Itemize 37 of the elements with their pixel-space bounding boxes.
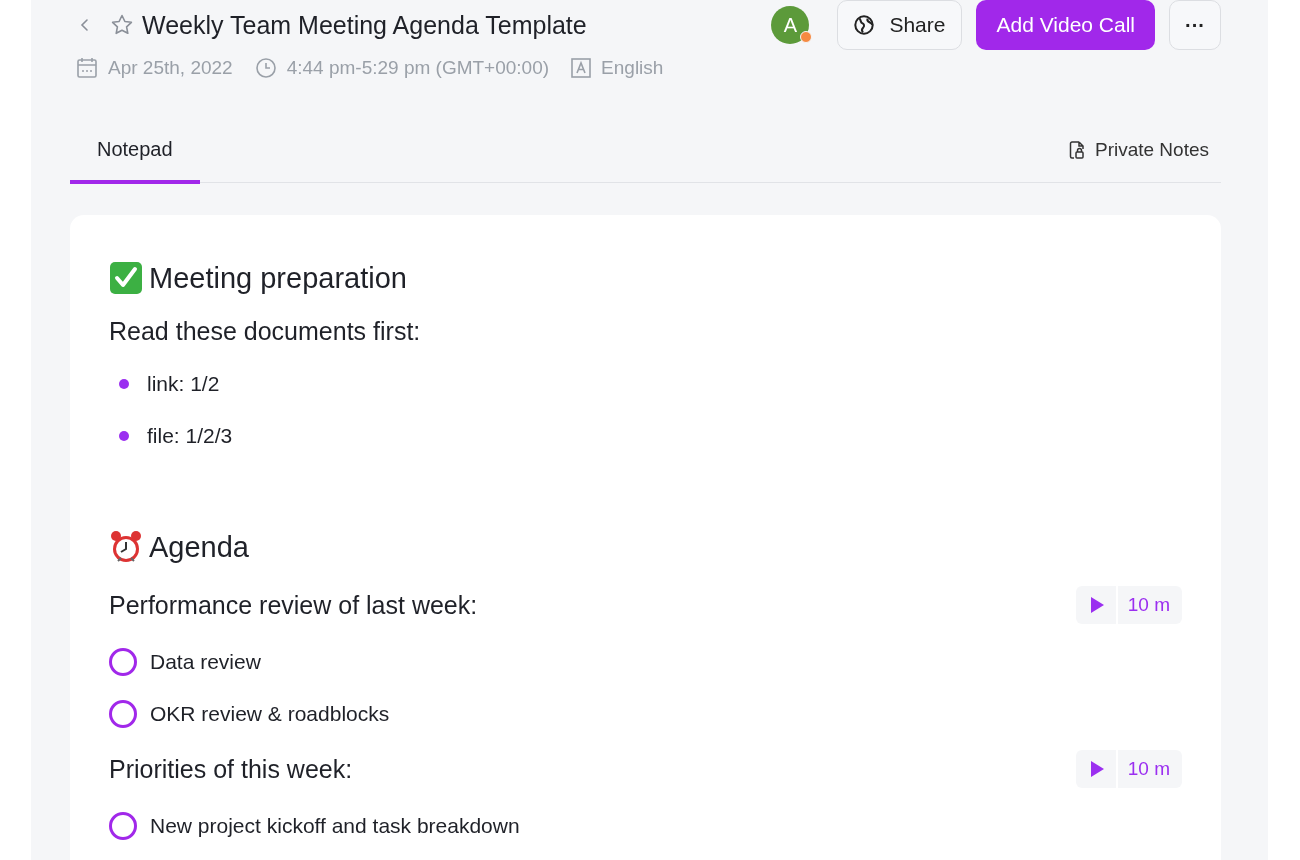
section-heading: Agenda bbox=[149, 530, 249, 564]
todo-text: New project kickoff and task breakdown bbox=[150, 814, 520, 838]
subheading: Read these documents first: bbox=[109, 317, 421, 346]
bullet-dot bbox=[119, 431, 129, 441]
todo-checkbox[interactable] bbox=[109, 648, 137, 676]
bullet-text: link: 1/2 bbox=[147, 372, 220, 396]
back-icon[interactable] bbox=[80, 17, 90, 33]
subheading: Performance review of last week: bbox=[109, 590, 478, 620]
timer-control[interactable]: 10 m bbox=[1075, 586, 1182, 624]
share-button[interactable]: Share bbox=[837, 0, 963, 50]
todo-text: Data review bbox=[150, 650, 261, 674]
add-video-call-button[interactable]: Add Video Call bbox=[976, 0, 1155, 50]
globe-icon bbox=[853, 14, 876, 36]
page-title: Weekly Team Meeting Agenda Template bbox=[142, 10, 587, 40]
tab[interactable]: Notepad bbox=[70, 130, 200, 184]
meta-text: Apr 25th, 2022 bbox=[108, 57, 233, 79]
play-icon[interactable] bbox=[1089, 597, 1104, 613]
language-icon bbox=[571, 58, 592, 78]
todo-text: OKR review & roadblocks bbox=[150, 702, 390, 726]
star-icon[interactable] bbox=[110, 13, 134, 37]
timer-control[interactable]: 10 m bbox=[1075, 750, 1182, 788]
checkmark-icon bbox=[109, 261, 143, 295]
todo-checkbox[interactable] bbox=[109, 812, 137, 840]
bullet-text: file: 1/2/3 bbox=[147, 424, 233, 448]
section-heading: Meeting preparation bbox=[149, 261, 407, 295]
play-icon[interactable] bbox=[1089, 761, 1104, 777]
locked-document-icon bbox=[1068, 140, 1085, 159]
alarm-clock-icon bbox=[109, 530, 143, 564]
meta-text: 4:44 pm-5:29 pm (GMT+00:00) bbox=[286, 57, 550, 79]
meta-text: English bbox=[601, 57, 664, 79]
bullet-dot bbox=[119, 379, 129, 389]
calendar-icon bbox=[76, 57, 98, 79]
tab[interactable]: Private Notes bbox=[1041, 130, 1221, 184]
clock-icon bbox=[254, 57, 277, 79]
more-button[interactable]: ··· bbox=[1169, 0, 1221, 50]
subheading: Priorities of this week: bbox=[109, 754, 353, 784]
todo-checkbox[interactable] bbox=[109, 700, 137, 728]
